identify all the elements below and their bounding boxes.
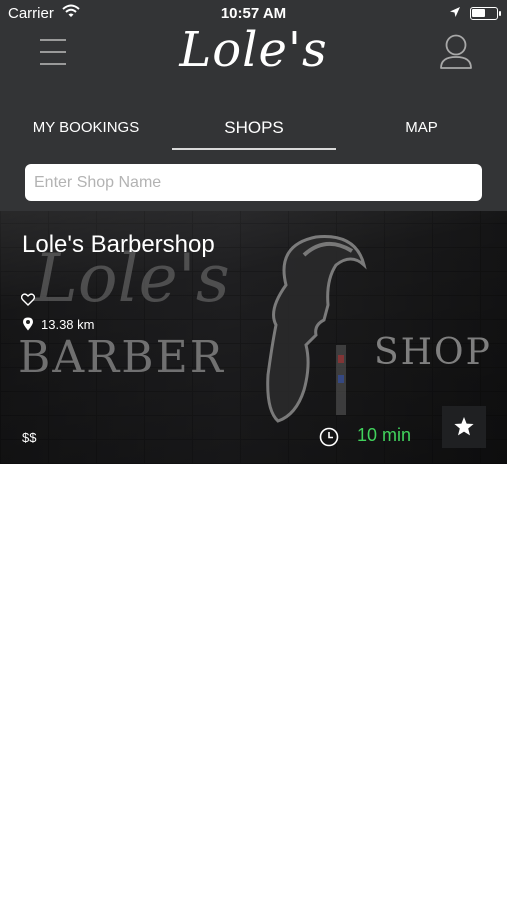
location-arrow-icon [449,5,461,22]
heart-icon[interactable] [20,293,36,311]
active-tab-indicator [172,148,336,150]
status-time: 10:57 AM [220,5,287,22]
tab-shops[interactable]: SHOPS [172,108,336,152]
battery-icon [470,7,501,20]
star-icon[interactable] [442,406,486,448]
barber-face-silhouette [256,225,376,430]
shop-price-level: $$ [22,430,37,445]
shop-distance: 13.38 km [41,317,95,332]
app-logo: Lole's [179,22,328,78]
shop-name: Lole's Barbershop [22,231,215,258]
tab-map[interactable]: MAP [336,108,507,152]
tab-bar: MY BOOKINGS SHOPS MAP [0,108,507,152]
shop-search-input[interactable] [25,164,482,201]
tab-my-bookings[interactable]: MY BOOKINGS [0,108,172,152]
location-pin-icon [22,317,34,336]
app-header: Carrier 10:57 AM Lole's MY BOOKINGS SHOP [0,0,507,211]
sign-barber-text: BARBER [18,332,225,383]
wait-time: 10 min [357,425,412,445]
clock-icon [319,427,339,452]
sign-shop-text: SHOP [374,332,492,373]
user-profile-icon[interactable] [432,32,480,74]
